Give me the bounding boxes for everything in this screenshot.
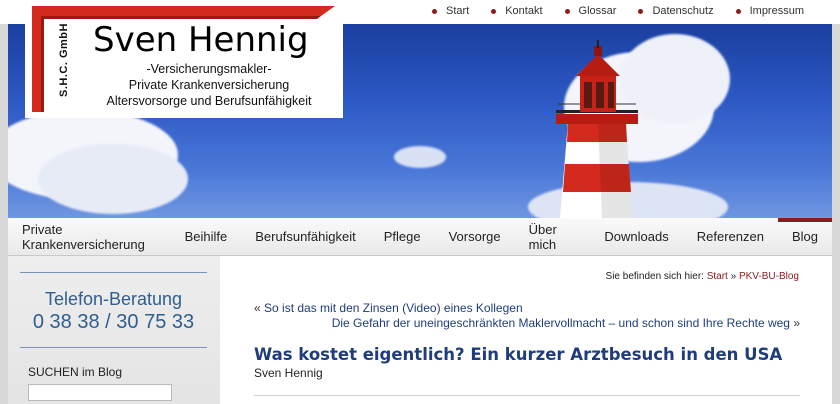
nav-item-private-krankenversicherung[interactable]: Private Krankenversicherung <box>8 218 171 255</box>
nav-item-referenzen[interactable]: Referenzen <box>683 218 778 255</box>
bullet-icon <box>431 8 437 14</box>
top-link-kontakt[interactable]: Kontakt <box>491 5 543 17</box>
next-post-nav: Die Gefahr der uneingeschränkten Maklerv… <box>254 316 800 330</box>
top-link-start[interactable]: Start <box>431 5 470 17</box>
bullet-icon <box>564 8 570 14</box>
content-area: Telefon-Beratung 0 38 38 / 30 75 33 SUCH… <box>8 256 832 404</box>
breadcrumb-current-link[interactable]: PKV-BU-Blog <box>739 271 799 282</box>
bullet-icon <box>491 8 497 14</box>
logo-company-vertical: S.H.C. GmbH <box>53 22 75 108</box>
top-link-impressum[interactable]: Impressum <box>735 5 804 17</box>
logo-name: Sven Hennig <box>93 20 309 60</box>
breadcrumb-prefix: Sie befinden sich hier: <box>605 271 704 282</box>
nav-item-downloads[interactable]: Downloads <box>590 218 682 255</box>
blog-search-label: SUCHEN im Blog <box>28 365 123 379</box>
logo-tagline-2: Private Krankenversicherung <box>128 78 290 92</box>
next-post-link[interactable]: Die Gefahr der uneingeschränkten Maklerv… <box>332 316 790 330</box>
nav-item-blog[interactable]: Blog <box>777 218 833 255</box>
next-arrow-icon: » <box>793 316 800 330</box>
phone-title: Telefon-Beratung <box>44 289 183 309</box>
top-link-label: Kontakt <box>505 5 543 17</box>
divider <box>254 395 800 396</box>
phone-consultation-box: Telefon-Beratung 0 38 38 / 30 75 33 <box>20 272 207 348</box>
logo-tagline-3: Altersvorsorge und Berufsunfähigkeit <box>106 94 312 108</box>
site-logo[interactable]: S.H.C. GmbH Sven Hennig -Versicherungsma… <box>25 0 343 118</box>
top-link-datenschutz[interactable]: Datenschutz <box>638 5 714 17</box>
top-link-label: Datenschutz <box>652 5 714 17</box>
previous-post-link[interactable]: So ist das mit den Zinsen (Video) eines … <box>264 301 523 315</box>
top-link-glossar[interactable]: Glossar <box>564 5 617 17</box>
breadcrumb-start-link[interactable]: Start <box>707 271 728 282</box>
nav-item-beihilfe[interactable]: Beihilfe <box>171 218 242 255</box>
blog-search-input[interactable] <box>28 384 172 401</box>
post-title[interactable]: Was kostet eigentlich? Ein kurzer Arztbe… <box>254 345 782 364</box>
sidebar: Telefon-Beratung 0 38 38 / 30 75 33 SUCH… <box>8 256 220 404</box>
logo-tagline-1: -Versicherungsmakler- <box>146 62 272 76</box>
nav-item-vorsorge[interactable]: Vorsorge <box>435 218 515 255</box>
top-link-label: Glossar <box>578 5 617 17</box>
nav-item-ueber-mich[interactable]: Über mich <box>515 218 591 255</box>
bullet-icon <box>735 8 741 14</box>
nav-item-pflege[interactable]: Pflege <box>370 218 435 255</box>
main-navigation: Private Krankenversicherung Beihilfe Ber… <box>8 218 833 256</box>
post-author: Sven Hennig <box>254 366 323 380</box>
top-navigation: Start Kontakt Glossar Datenschutz Impres… <box>410 5 804 17</box>
breadcrumb-separator: » <box>730 271 737 282</box>
bullet-icon <box>638 8 644 14</box>
breadcrumb: Sie befinden sich hier: Start » PKV-BU-B… <box>606 271 799 282</box>
previous-post-nav: « So ist das mit den Zinsen (Video) eine… <box>254 301 800 315</box>
top-link-label: Start <box>445 5 470 17</box>
phone-number[interactable]: 0 38 38 / 30 75 33 <box>20 311 207 334</box>
prev-arrow-icon: « <box>254 301 261 315</box>
logo-company-label: S.H.C. GmbH <box>58 23 70 97</box>
top-link-label: Impressum <box>749 5 804 17</box>
nav-item-berufsunfaehigkeit[interactable]: Berufsunfähigkeit <box>241 218 369 255</box>
